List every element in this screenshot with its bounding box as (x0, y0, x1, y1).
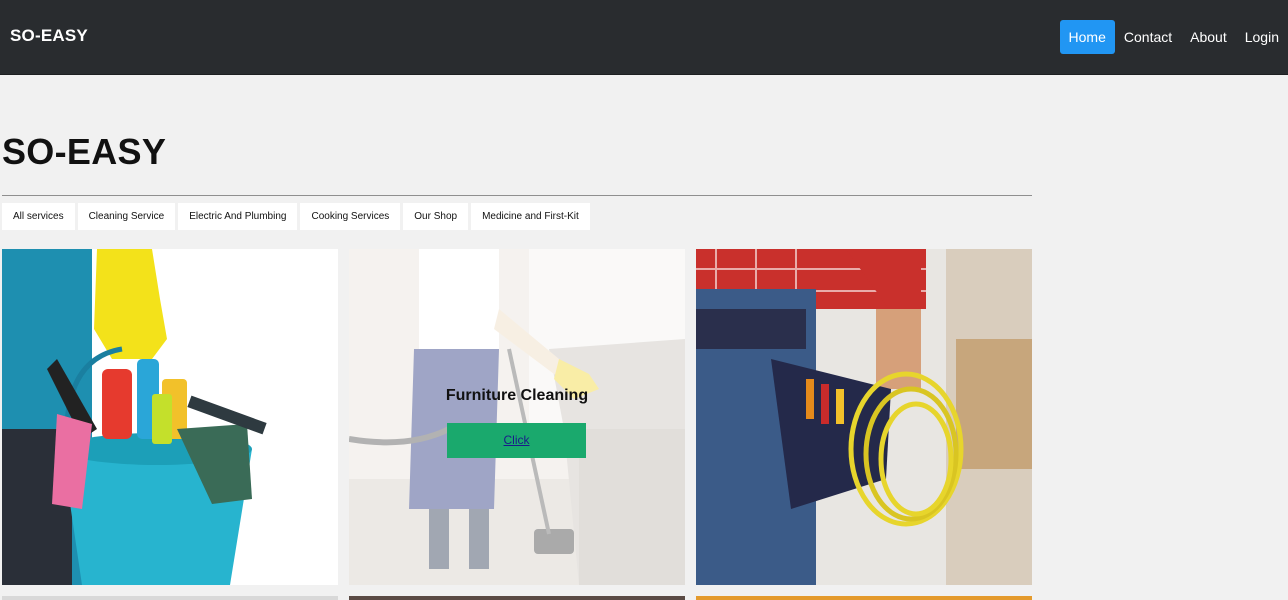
divider (2, 195, 1032, 196)
next-row-card-3 (696, 596, 1032, 600)
filter-all-services[interactable]: All services (2, 203, 75, 230)
filter-medicine-first-kit[interactable]: Medicine and First-Kit (471, 203, 590, 230)
filter-electric-plumbing[interactable]: Electric And Plumbing (178, 203, 298, 230)
nav-links: Home Contact About Login (1059, 20, 1288, 54)
filter-cooking-services[interactable]: Cooking Services (300, 203, 401, 230)
brand-logo[interactable]: SO-EASY (10, 26, 88, 46)
page-title: SO-EASY (2, 131, 167, 172)
card-click-button[interactable]: Click (447, 423, 586, 458)
next-row-card-2 (349, 596, 685, 600)
service-card-furniture[interactable]: Furniture Cleaning Click (349, 249, 685, 585)
nav-link-contact[interactable]: Contact (1115, 20, 1181, 54)
filter-cleaning-service[interactable]: Cleaning Service (77, 203, 176, 230)
electrician-photo (696, 249, 1032, 585)
filter-bar: All services Cleaning Service Electric A… (2, 203, 590, 230)
service-card-electrician[interactable] (696, 249, 1032, 585)
card-title: Furniture Cleaning (445, 387, 589, 404)
cleaning-bucket-photo (2, 249, 338, 585)
next-row-card-1 (2, 596, 338, 600)
navbar: SO-EASY Home Contact About Login (0, 0, 1288, 75)
card-overlay (349, 249, 685, 585)
nav-link-about[interactable]: About (1181, 20, 1236, 54)
service-card-cleaning[interactable] (2, 249, 338, 585)
filter-our-shop[interactable]: Our Shop (403, 203, 469, 230)
nav-link-login[interactable]: Login (1236, 20, 1288, 54)
nav-link-home[interactable]: Home (1059, 20, 1115, 54)
